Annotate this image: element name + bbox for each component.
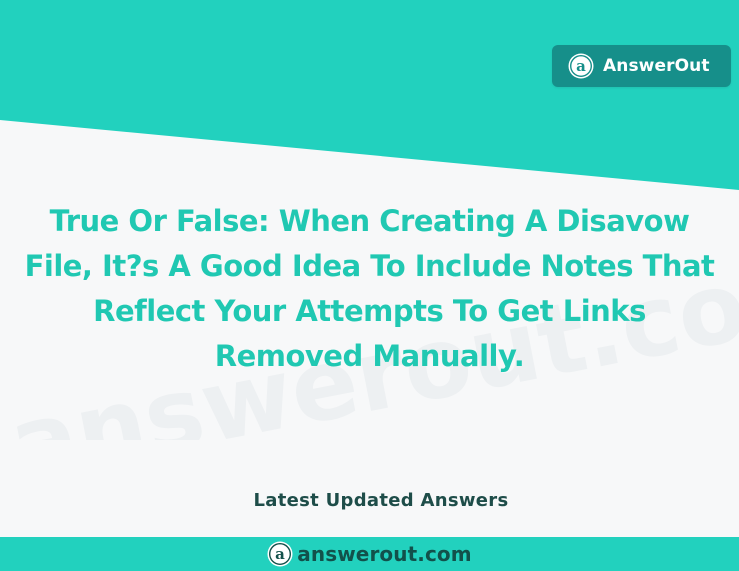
brand-name: AnswerOut [603, 56, 710, 76]
footer-url: answerout.com [297, 542, 472, 566]
latest-updated-answers-label: Latest Updated Answers [253, 490, 509, 511]
brand-badge[interactable]: a AnswerOut [552, 45, 731, 87]
answerout-logo-icon: a [568, 53, 594, 79]
footer-brand-link[interactable]: a answerout.com [0, 537, 739, 571]
svg-text:a: a [576, 57, 586, 75]
answerout-logo-icon: a [267, 541, 293, 567]
svg-text:a: a [275, 545, 285, 563]
footer-bar: a answerout.com [0, 537, 739, 571]
question-title: True Or False: When Creating A Disavow F… [24, 204, 715, 373]
